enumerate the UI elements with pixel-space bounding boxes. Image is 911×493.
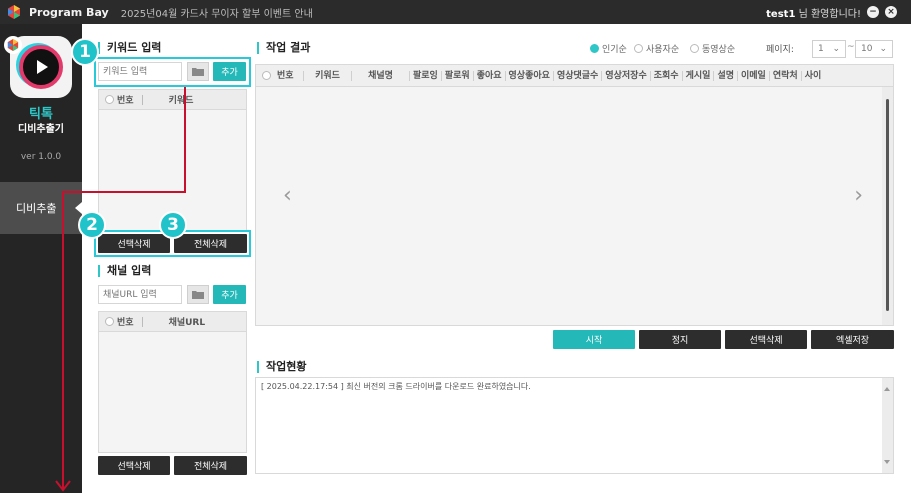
sidebar-item-db-extract[interactable]: 디비추출 — [0, 182, 82, 234]
col-channel-name: 채널명 — [352, 70, 410, 81]
col-views: 조회수 — [651, 70, 683, 81]
result-table: 번호 키워드 채널명 팔로잉 팔로워 좋아요 영상좋아요 영상댓글수 영상저장수… — [255, 64, 894, 326]
annotation-badge-2: 2 — [78, 211, 106, 239]
chevron-down-icon: ⌄ — [832, 44, 840, 54]
annotation-badge-3: 3 — [159, 211, 187, 239]
sort-option-popular[interactable]: 인기순 — [590, 42, 627, 55]
page-to-select[interactable]: 10 ⌄ — [855, 40, 893, 58]
channel-folder-button[interactable] — [187, 285, 209, 304]
select-all-radio[interactable] — [105, 317, 114, 326]
arrow-down-icon — [55, 480, 71, 492]
channel-list-header: 번호 채널URL — [99, 312, 246, 332]
col-site: 사이 — [804, 70, 822, 81]
annotation-line — [184, 87, 186, 192]
log-line: [ 2025.04.22.17:54 ] 최신 버전의 크롬 드라이버를 다운로… — [261, 382, 531, 391]
corner-logo-icon — [4, 36, 22, 54]
channel-delete-selected-button[interactable]: 선택삭제 — [98, 456, 170, 475]
close-icon[interactable]: × — [885, 6, 897, 18]
stop-button[interactable]: 정지 — [639, 330, 721, 349]
channel-url-input[interactable] — [98, 285, 182, 304]
annotation-badge-1: 1 — [71, 38, 99, 66]
col-no: 번호 — [274, 70, 304, 81]
col-followers: 팔로워 — [442, 70, 474, 81]
sidebar-item-label: 디비추출 — [16, 202, 57, 215]
sort-option-user[interactable]: 사용자순 — [634, 42, 679, 55]
active-caret-icon — [75, 202, 82, 214]
welcome-suffix: 님 환영합니다! — [795, 8, 861, 20]
scroll-up-icon — [884, 387, 890, 391]
col-description: 설명 — [714, 70, 738, 81]
notice-link[interactable]: 2025년04월 카드사 무이자 할부 이벤트 안내 — [121, 5, 313, 20]
col-posted: 게시일 — [683, 70, 715, 81]
keyword-list-header: 번호 키워드 — [99, 90, 246, 110]
col-following: 팔로잉 — [410, 70, 442, 81]
keyword-section-title: 키워드 입력 — [98, 42, 161, 54]
folder-icon — [192, 291, 204, 299]
status-log: [ 2025.04.22.17:54 ] 최신 버전의 크롬 드라이버를 다운로… — [255, 377, 894, 474]
page-from-select[interactable]: 1 ⌄ — [812, 40, 846, 58]
log-scrollbar[interactable] — [882, 378, 893, 473]
col-video-likes: 영상좋아요 — [506, 70, 554, 81]
page-label: 페이지: — [766, 45, 794, 55]
result-table-header: 번호 키워드 채널명 팔로잉 팔로워 좋아요 영상좋아요 영상댓글수 영상저장수… — [256, 65, 893, 87]
highlight-keyword-input — [94, 57, 251, 87]
col-keyword: 키워드 — [168, 96, 194, 106]
chevron-down-icon: ⌄ — [879, 44, 887, 54]
radio-icon — [634, 44, 643, 53]
col-keyword: 키워드 — [304, 70, 352, 81]
channel-delete-all-button[interactable]: 전체삭제 — [174, 456, 247, 475]
col-video-comments: 영상댓글수 — [554, 70, 603, 81]
select-all-radio[interactable] — [105, 95, 114, 104]
col-video-saves: 영상저장수 — [602, 70, 651, 81]
channel-section-title: 채널 입력 — [98, 265, 151, 277]
welcome-text: test1 님 환영합니다! — [766, 5, 861, 20]
result-section-title: 작업 결과 — [257, 42, 310, 54]
minimize-icon[interactable]: − — [867, 6, 879, 18]
chevron-left-icon[interactable]: ‹ — [283, 183, 292, 208]
col-contact: 연락처 — [770, 70, 802, 81]
radio-checked-icon — [590, 44, 599, 53]
col-likes: 좋아요 — [474, 70, 506, 81]
radio-icon — [690, 44, 699, 53]
scrollbar-thumb[interactable] — [886, 99, 889, 311]
channel-list: 번호 채널URL — [98, 311, 247, 453]
select-all-radio[interactable] — [262, 71, 271, 80]
keyword-list: 번호 키워드 — [98, 89, 247, 231]
chevron-right-icon[interactable]: › — [854, 183, 863, 208]
app-subtitle: 디비추출기 — [18, 124, 64, 135]
col-email: 이메일 — [738, 70, 770, 81]
start-button[interactable]: 시작 — [553, 330, 635, 349]
version-label: ver 1.0.0 — [20, 152, 62, 162]
program-bay-logo-icon — [7, 5, 21, 19]
username: test1 — [766, 8, 796, 20]
title-bar: Program Bay 2025년04월 카드사 무이자 할부 이벤트 안내 t… — [0, 0, 911, 24]
sidebar: 틱톡 디비추출기 ver 1.0.0 디비추출 — [0, 24, 82, 493]
col-no: 번호 — [117, 96, 134, 106]
sort-option-video[interactable]: 동영상순 — [690, 42, 735, 55]
col-channel-url: 채널URL — [168, 318, 206, 328]
status-section-title: 작업현황 — [257, 361, 306, 373]
annotation-line — [62, 191, 64, 489]
channel-add-button[interactable]: 추가 — [213, 285, 246, 304]
scroll-down-icon — [884, 460, 890, 464]
annotation-line — [62, 191, 186, 193]
excel-save-button[interactable]: 엑셀저장 — [811, 330, 894, 349]
app-name: Program Bay — [29, 5, 109, 19]
result-delete-selected-button[interactable]: 선택삭제 — [725, 330, 807, 349]
col-no: 번호 — [117, 318, 134, 328]
